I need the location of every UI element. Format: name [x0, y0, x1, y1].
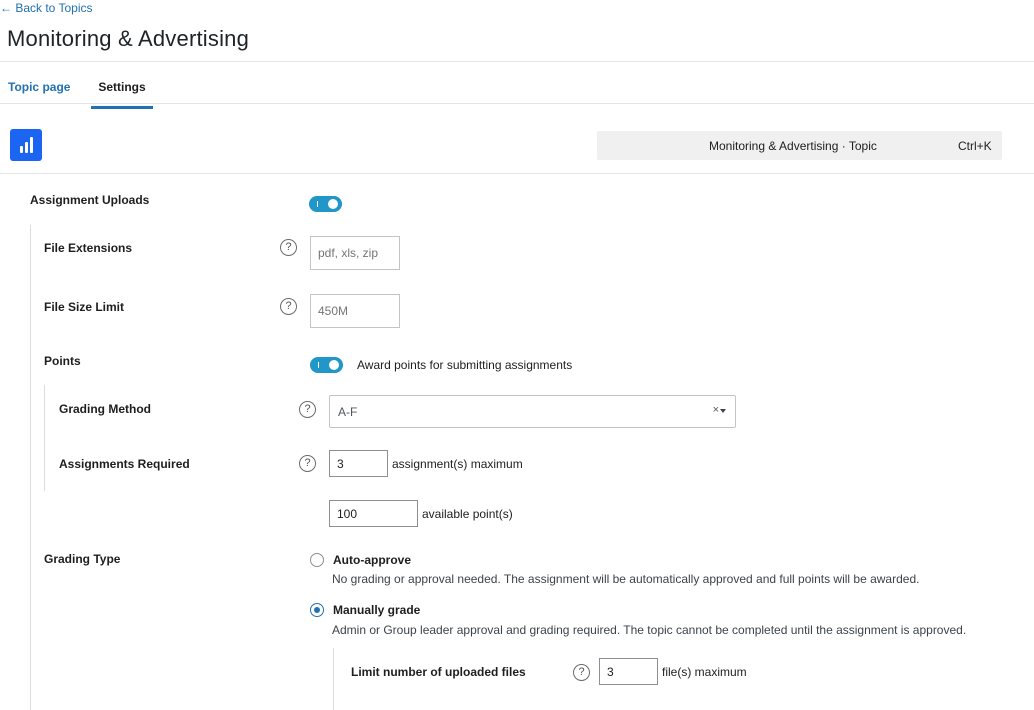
file-size-limit-input[interactable] [310, 294, 400, 328]
command-bar-title: Monitoring & Advertising · Topic [709, 139, 877, 153]
manual-grade-nest-line [333, 648, 334, 710]
assignments-required-input[interactable]: 3 [329, 450, 388, 477]
points-toggle-label: Award points for submitting assignments [357, 358, 573, 372]
file-extensions-help-icon[interactable]: ? [280, 239, 297, 256]
points-label: Points [44, 354, 81, 368]
assignments-required-suffix: assignment(s) maximum [392, 457, 523, 471]
grading-method-help-icon[interactable]: ? [299, 401, 316, 418]
tab-settings[interactable]: Settings [91, 80, 153, 109]
points-toggle[interactable] [310, 357, 343, 373]
grading-method-value: A-F [338, 405, 358, 419]
auto-approve-description: No grading or approval needed. The assig… [332, 572, 920, 586]
assignments-required-label: Assignments Required [59, 457, 190, 471]
manually-grade-radio[interactable] [310, 603, 324, 617]
auto-approve-title: Auto-approve [333, 553, 411, 567]
limit-uploaded-files-suffix: file(s) maximum [662, 665, 747, 679]
file-size-limit-help-icon[interactable]: ? [280, 298, 297, 315]
bar-chart-icon [20, 137, 33, 153]
auto-approve-radio[interactable] [310, 553, 324, 567]
available-points-suffix: available point(s) [422, 507, 513, 521]
points-nest-line [44, 385, 45, 491]
grading-method-select[interactable]: A-F × [329, 395, 736, 428]
clear-selection-icon[interactable]: × [713, 404, 719, 416]
assignment-uploads-toggle[interactable] [309, 196, 342, 212]
assignment-uploads-nest-line [30, 225, 31, 710]
grading-method-label: Grading Method [59, 402, 151, 416]
file-extensions-label: File Extensions [44, 241, 133, 255]
command-palette-bar[interactable]: Monitoring & Advertising · Topic Ctrl+K [597, 131, 1002, 160]
limit-uploaded-files-input[interactable]: 3 [599, 658, 658, 685]
available-points-input[interactable]: 100 [329, 500, 418, 527]
assignments-required-help-icon[interactable]: ? [299, 455, 316, 472]
grading-type-label: Grading Type [44, 552, 121, 566]
manually-grade-description: Admin or Group leader approval and gradi… [332, 623, 967, 637]
settings-divider [0, 173, 1034, 174]
assignment-uploads-label: Assignment Uploads [30, 193, 150, 207]
back-to-topics-link[interactable]: ← Back to Topics [0, 1, 92, 15]
command-bar-shortcut: Ctrl+K [958, 139, 992, 153]
limit-uploaded-files-label: Limit number of uploaded files [351, 665, 526, 679]
page-title: Monitoring & Advertising [7, 26, 250, 51]
header-divider [0, 61, 1034, 62]
limit-uploaded-files-help-icon[interactable]: ? [573, 664, 590, 681]
tabs-divider [0, 103, 1034, 104]
file-extensions-input[interactable] [310, 236, 400, 270]
chevron-down-icon[interactable] [720, 409, 726, 413]
file-size-limit-label: File Size Limit [44, 300, 125, 314]
app-logo[interactable] [10, 129, 42, 161]
manually-grade-title: Manually grade [333, 603, 421, 617]
